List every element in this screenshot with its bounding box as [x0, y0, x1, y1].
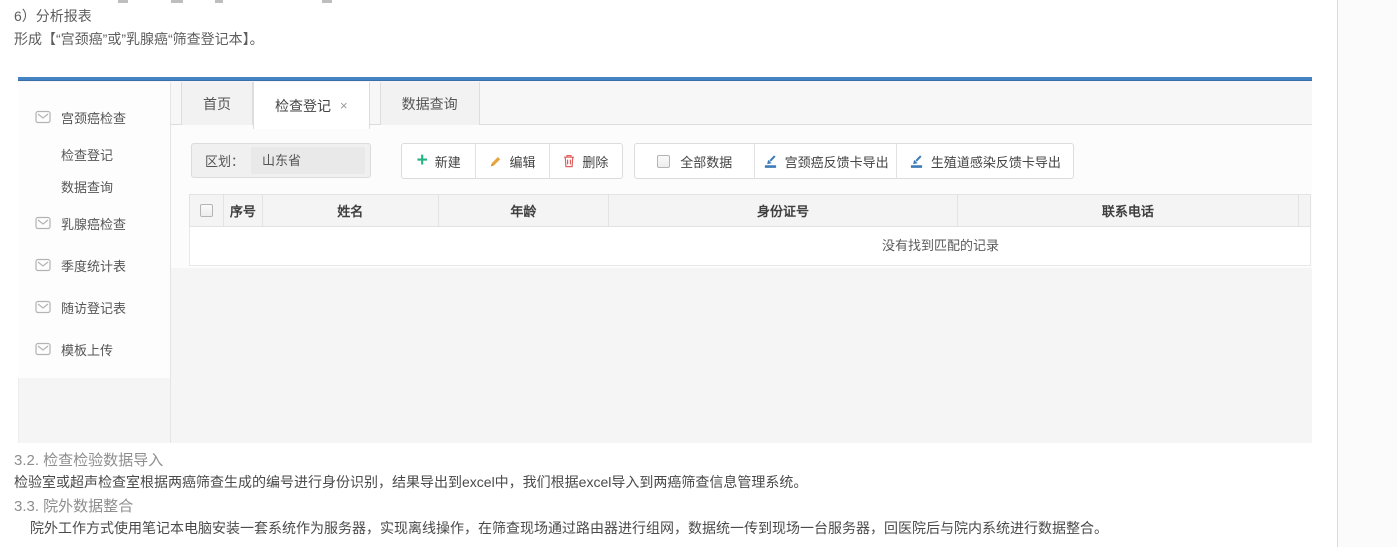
export-cervical-button[interactable]: 宫颈癌反馈卡导出 — [754, 144, 895, 178]
sidebar-item-label: 模板上传 — [61, 340, 113, 359]
all-data-checkbox[interactable] — [657, 155, 670, 168]
export-infection-label: 生殖道感染反馈卡导出 — [931, 152, 1061, 171]
close-icon[interactable]: × — [340, 98, 348, 113]
export-button-group: 全部数据 宫颈癌反馈卡导出 生殖道感染反馈卡导出 — [634, 143, 1074, 179]
plus-icon: + — [417, 151, 428, 170]
delete-button-label: 删除 — [582, 152, 608, 171]
all-data-toggle[interactable]: 全部数据 — [635, 144, 754, 178]
tab-label: 检查登记 — [275, 96, 331, 116]
tab-home[interactable]: 首页 — [181, 82, 253, 125]
sidebar-item-label: 乳腺癌检查 — [61, 214, 126, 233]
tab-data-query[interactable]: 数据查询 — [380, 82, 480, 125]
doc-heading-3-3: 3.3. 院外数据整合 — [14, 495, 133, 516]
doc-text-register-book: 形成【“宫颈癌”或”乳腺癌“筛查登记本】。 — [14, 29, 264, 49]
doc-heading-analysis-report: 6）分析报表 — [14, 6, 92, 26]
clipped-text-fragment — [322, 0, 332, 3]
select-all-checkbox[interactable] — [200, 204, 213, 217]
region-input[interactable]: 山东省 — [251, 147, 365, 174]
column-header-name: 姓名 — [263, 195, 439, 226]
delete-button[interactable]: 删除 — [549, 144, 622, 178]
sidebar-item-breast-exam[interactable]: 乳腺癌检查 — [18, 202, 170, 244]
clipped-text-fragment — [118, 0, 128, 3]
empty-table-message: 没有找到匹配的记录 — [189, 227, 1311, 266]
sidebar-item-label: 季度统计表 — [61, 256, 126, 275]
region-selector: 区划： 山东省 — [191, 143, 371, 178]
sidebar: 宫颈癌检查 检查登记 数据查询 乳腺癌检查 季度统计表 随访登记表 — [18, 82, 170, 378]
export-icon — [909, 154, 924, 169]
select-all-cell — [190, 195, 224, 226]
tab-label: 数据查询 — [402, 94, 458, 114]
column-header-age: 年龄 — [439, 195, 610, 226]
sidebar-item-followup-register[interactable]: 随访登记表 — [18, 286, 170, 328]
region-label: 区划： — [192, 151, 244, 170]
sidebar-item-cervical-exam[interactable]: 宫颈癌检查 — [18, 96, 170, 138]
all-data-label: 全部数据 — [680, 152, 732, 171]
page: 6）分析报表 形成【“宫颈癌”或”乳腺癌“筛查登记本】。 宫颈癌检查 检查登记 … — [0, 0, 1397, 547]
tab-label: 首页 — [203, 94, 231, 114]
clipped-text-fragment — [171, 0, 183, 3]
sidebar-item-data-query[interactable]: 数据查询 — [18, 170, 170, 202]
data-table: 序号 姓名 年龄 身份证号 联系电话 没有找到匹配的记录 — [189, 194, 1311, 266]
trash-icon — [563, 154, 575, 168]
mail-icon — [35, 300, 51, 314]
mail-icon — [35, 258, 51, 272]
new-button[interactable]: + 新建 — [402, 144, 475, 178]
tab-bar: 首页 检查登记 × 数据查询 — [171, 82, 1312, 125]
pencil-icon — [489, 155, 502, 168]
mail-icon — [35, 216, 51, 230]
doc-body-3-3: 院外工作方式使用笔记本电脑安装一套系统作为服务器，实现离线操作，在筛查现场通过路… — [30, 518, 1108, 538]
sidebar-item-quarterly-stats[interactable]: 季度统计表 — [18, 244, 170, 286]
export-icon — [763, 154, 778, 169]
export-infection-button[interactable]: 生殖道感染反馈卡导出 — [896, 144, 1073, 178]
tab-exam-register[interactable]: 检查登记 × — [253, 82, 370, 129]
new-button-label: 新建 — [435, 152, 461, 171]
crud-button-group: + 新建 编辑 删除 — [401, 143, 623, 179]
clipped-text-fragment — [215, 0, 223, 3]
sidebar-item-label: 宫颈癌检查 — [61, 108, 126, 127]
edit-button[interactable]: 编辑 — [475, 144, 548, 178]
scrollbar-track[interactable] — [1338, 0, 1397, 547]
doc-body-3-2: 检验室或超声检查室根据两癌筛查生成的编号进行身份识别，结果导出到excel中，我… — [14, 472, 807, 492]
sidebar-item-exam-register[interactable]: 检查登记 — [18, 138, 170, 170]
column-header-index: 序号 — [224, 195, 263, 226]
column-header-id-number: 身份证号 — [609, 195, 957, 226]
mail-icon — [35, 110, 51, 124]
sidebar-item-label: 随访登记表 — [61, 298, 126, 317]
edit-button-label: 编辑 — [509, 152, 535, 171]
column-header-phone: 联系电话 — [958, 195, 1299, 226]
app-top-accent-bar — [18, 77, 1312, 81]
screening-app-window: 宫颈癌检查 检查登记 数据查询 乳腺癌检查 季度统计表 随访登记表 — [18, 77, 1312, 443]
export-cervical-label: 宫颈癌反馈卡导出 — [785, 152, 889, 171]
mail-icon — [35, 342, 51, 356]
sidebar-item-label: 检查登记 — [61, 145, 113, 164]
sidebar-item-template-upload[interactable]: 模板上传 — [18, 328, 170, 370]
sidebar-item-label: 数据查询 — [61, 177, 113, 196]
main-content: 区划： 山东省 + 新建 编辑 删除 — [171, 125, 1312, 268]
column-header-spacer — [1299, 195, 1310, 226]
doc-heading-3-2: 3.2. 检查检验数据导入 — [14, 449, 163, 470]
table-header-row: 序号 姓名 年龄 身份证号 联系电话 — [189, 194, 1311, 227]
